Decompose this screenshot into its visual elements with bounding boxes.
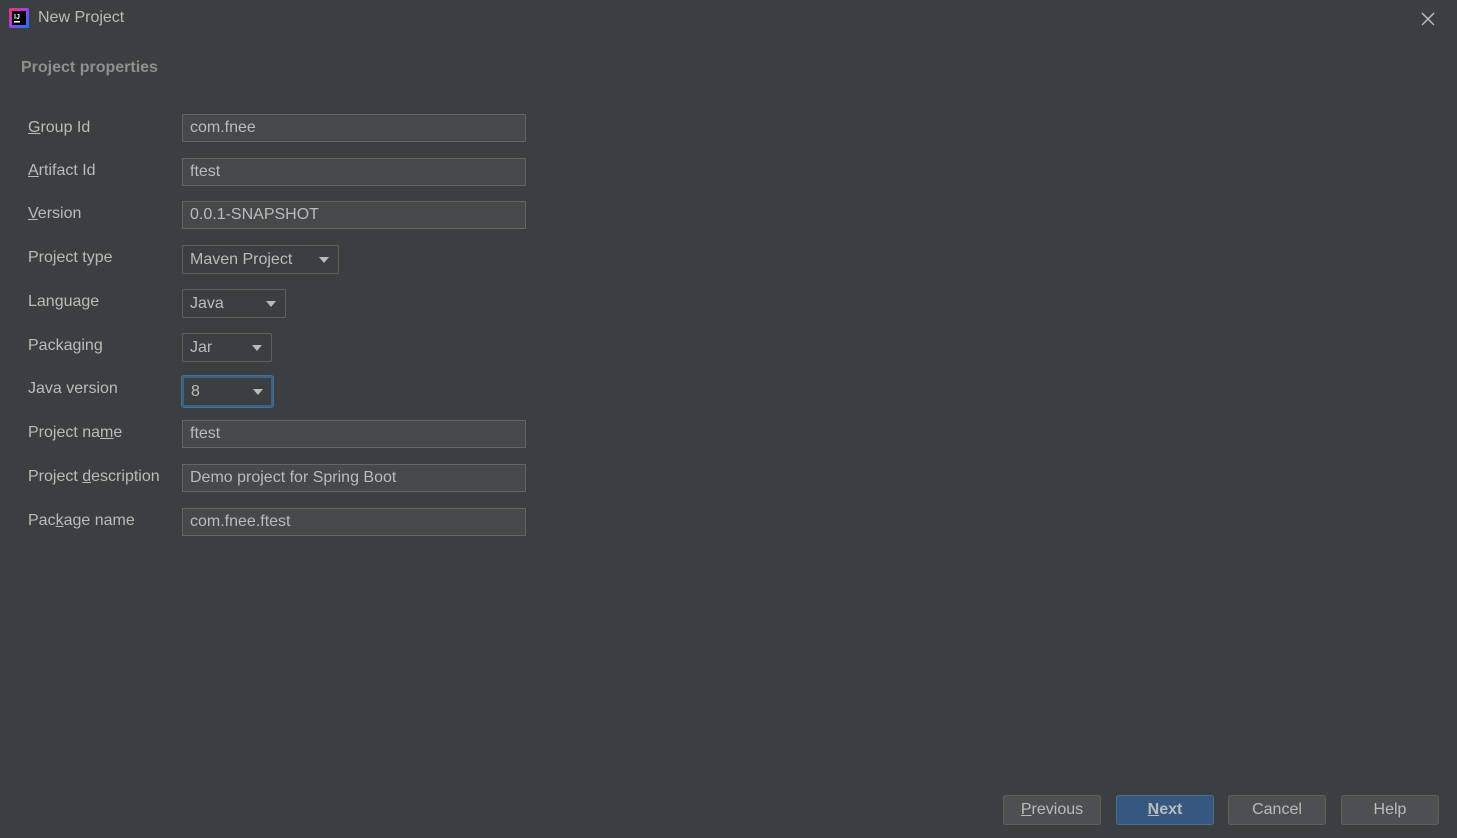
artifact-id-input[interactable]	[182, 158, 526, 186]
packaging-label: Packaging	[28, 337, 103, 354]
svg-text:IJ: IJ	[14, 14, 20, 21]
artifact-id-label: Artifact Id	[28, 162, 96, 180]
project-description-label: Project description	[28, 468, 160, 486]
close-icon[interactable]	[1417, 8, 1439, 30]
package-name-label-mnemonic: k	[55, 512, 64, 529]
java-version-value: 8	[191, 383, 200, 400]
group-id-label-mnemonic: G	[28, 119, 41, 136]
package-name-input[interactable]	[182, 508, 526, 536]
project-description-label-pre: Project	[28, 468, 83, 485]
project-name-input[interactable]	[182, 420, 526, 448]
group-id-label: Group Id	[28, 119, 90, 137]
packaging-value: Jar	[190, 339, 213, 356]
java-version-dropdown[interactable]: 8	[182, 376, 273, 407]
chevron-down-icon	[266, 301, 276, 307]
package-name-label-post: age name	[63, 512, 135, 529]
project-name-label-post: e	[113, 424, 123, 441]
window-title: New Project	[38, 9, 125, 26]
language-label: Language	[28, 293, 100, 310]
version-input[interactable]	[182, 201, 526, 229]
next-button-rest: ext	[1159, 801, 1183, 818]
project-name-label-mnemonic: m	[100, 424, 114, 441]
previous-button-mnemonic: P	[1020, 801, 1032, 818]
group-id-label-rest: roup Id	[40, 119, 91, 136]
project-name-label-pre: Project na	[28, 424, 101, 441]
project-type-value: Maven Project	[190, 251, 293, 268]
language-value: Java	[190, 295, 224, 312]
next-button[interactable]: Next	[1116, 795, 1214, 825]
chevron-down-icon	[319, 257, 329, 263]
version-label-rest: ersion	[37, 205, 82, 222]
project-description-label-mnemonic: d	[82, 468, 92, 485]
next-button-mnemonic: N	[1147, 801, 1160, 818]
title-bar: IJ New Project	[0, 0, 1457, 36]
group-id-input[interactable]	[182, 114, 526, 142]
project-type-dropdown[interactable]: Maven Project	[182, 245, 339, 274]
package-name-label: Package name	[28, 512, 135, 530]
language-dropdown[interactable]: Java	[182, 289, 286, 318]
previous-button[interactable]: Previous	[1003, 795, 1101, 825]
help-button[interactable]: Help	[1341, 795, 1439, 825]
project-description-label-post: escription	[91, 468, 160, 485]
project-name-label: Project name	[28, 424, 122, 442]
package-name-label-pre: Pac	[28, 512, 56, 529]
chevron-down-icon	[252, 345, 262, 351]
version-label-mnemonic: V	[28, 205, 38, 222]
artifact-id-label-mnemonic: A	[28, 162, 39, 179]
project-description-input[interactable]	[182, 464, 526, 492]
chevron-down-icon	[253, 389, 263, 395]
section-title: Project properties	[21, 59, 158, 76]
intellij-idea-icon: IJ	[9, 8, 29, 28]
packaging-dropdown[interactable]: Jar	[182, 333, 272, 362]
version-label: Version	[28, 205, 81, 223]
previous-button-rest: revious	[1031, 801, 1084, 818]
artifact-id-label-rest: rtifact Id	[38, 162, 96, 179]
java-version-label: Java version	[28, 380, 118, 397]
project-type-label: Project type	[28, 249, 113, 266]
cancel-button[interactable]: Cancel	[1228, 795, 1326, 825]
